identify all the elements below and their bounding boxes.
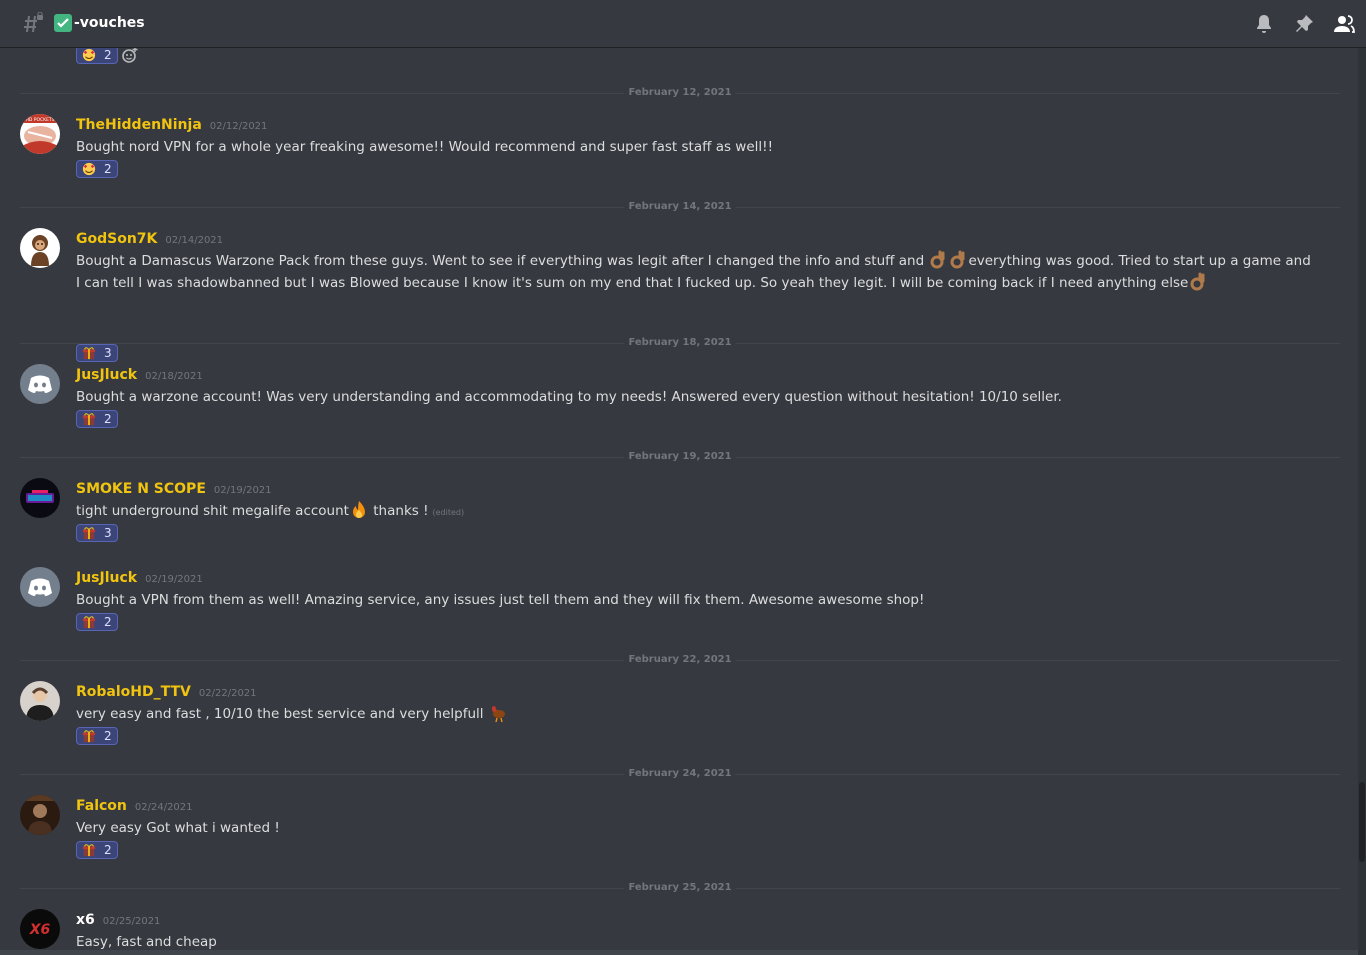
username[interactable]: Falcon (76, 798, 127, 814)
message-text: Bought a VPN from them as well! Amazing … (76, 592, 925, 608)
discord-window: -vouches 2 February 12, 2021 HD POCKETS … (0, 0, 1366, 955)
custom-gift-emoji (82, 347, 96, 360)
svg-text:HD POCKETS: HD POCKETS (25, 117, 54, 123)
timestamp: 02/19/2021 (213, 485, 272, 496)
username[interactable]: SMOKE N SCOPE (76, 481, 206, 497)
reaction-button[interactable]: 2 (76, 613, 118, 631)
message-header: TheHiddenNinja 02/12/2021 (76, 114, 267, 134)
timestamp: 02/25/2021 (102, 916, 161, 927)
members-icon[interactable] (1332, 12, 1356, 36)
message-text: Bought a warzone account! Was very under… (76, 389, 1062, 405)
timestamp: 02/18/2021 (145, 371, 203, 382)
channel-header: -vouches (0, 0, 1366, 48)
date-divider: February 22, 2021 (20, 653, 1340, 666)
chat-input-edge (0, 950, 1358, 955)
username[interactable]: JusJluck (76, 570, 137, 586)
smiling-hearts-emoji (82, 48, 96, 62)
date-divider: February 19, 2021 (20, 450, 1340, 463)
custom-gift-emoji (82, 616, 96, 629)
username[interactable]: TheHiddenNinja (76, 117, 202, 133)
message-header: Falcon 02/24/2021 (76, 795, 193, 815)
date-divider: February 25, 2021 (20, 881, 1340, 894)
date-divider: February 14, 2021 (20, 200, 1340, 213)
reaction-button[interactable]: 2 (76, 48, 118, 64)
checkmark-icon (54, 14, 72, 32)
ok-hand-emoji (950, 250, 965, 269)
message-text: Bought nord VPN for a whole year freakin… (76, 139, 773, 155)
avatar[interactable]: X6 (20, 909, 60, 949)
timestamp: 02/19/2021 (145, 574, 203, 585)
date-divider: February 18, 2021 (20, 336, 1340, 349)
username[interactable]: GodSon7K (76, 231, 157, 247)
message-header: GodSon7K 02/14/2021 (76, 228, 223, 248)
smiling-hearts-emoji (82, 162, 96, 176)
message-header: x6 02/25/2021 (76, 909, 160, 929)
timestamp: 02/14/2021 (165, 235, 224, 246)
message-text: tight underground shit megalife account … (76, 500, 1316, 524)
date-divider: February 12, 2021 (20, 86, 1340, 99)
message-header: JusJluck 02/18/2021 (76, 364, 203, 384)
username[interactable]: RobaloHD_TTV (76, 684, 191, 700)
message-header: RobaloHD_TTV 02/22/2021 (76, 681, 257, 701)
message-list[interactable]: 2 February 12, 2021 HD POCKETS TheHidden… (0, 48, 1358, 955)
message-text: Bought a Damascus Warzone Pack from thes… (76, 250, 1316, 294)
hashtag-lock-icon (24, 12, 43, 33)
avatar[interactable] (20, 567, 60, 607)
timestamp: 02/24/2021 (134, 802, 193, 813)
avatar[interactable] (20, 478, 60, 518)
message-text: Very easy Got what i wanted ! (76, 820, 280, 836)
scrollbar-thumb[interactable] (1359, 782, 1365, 862)
turkey-emoji (491, 706, 505, 723)
pin-icon[interactable] (1292, 12, 1316, 36)
avatar[interactable] (20, 228, 60, 268)
username[interactable]: JusJluck (76, 367, 137, 383)
avatar[interactable] (20, 681, 60, 721)
add-reaction-icon[interactable] (122, 48, 138, 63)
fire-emoji (352, 501, 365, 518)
ok-hand-emoji (1190, 272, 1205, 291)
timestamp: 02/12/2021 (209, 121, 268, 132)
avatar[interactable] (20, 364, 60, 404)
ok-hand-emoji (930, 250, 945, 269)
reaction-button[interactable]: 2 (76, 410, 118, 428)
message-header: JusJluck 02/19/2021 (76, 567, 203, 587)
custom-gift-emoji (82, 730, 96, 743)
message-text: very easy and fast , 10/10 the best serv… (76, 703, 1316, 725)
reaction-button[interactable]: 2 (76, 727, 118, 745)
username[interactable]: x6 (76, 912, 95, 928)
reaction-button[interactable]: 3 (76, 524, 118, 542)
svg-text:X6: X6 (29, 922, 51, 938)
message-header: SMOKE N SCOPE 02/19/2021 (76, 478, 272, 498)
edited-label: (edited) (432, 508, 465, 517)
avatar[interactable] (20, 795, 60, 835)
custom-gift-emoji (82, 844, 96, 857)
timestamp: 02/22/2021 (198, 688, 257, 699)
date-divider: February 24, 2021 (20, 767, 1340, 780)
reaction-button[interactable]: 2 (76, 841, 118, 859)
channel-name: -vouches (74, 15, 145, 31)
bell-icon[interactable] (1252, 12, 1276, 36)
reaction-button[interactable]: 3 (76, 344, 118, 362)
custom-gift-emoji (82, 527, 96, 540)
reaction-button[interactable]: 2 (76, 160, 118, 178)
custom-gift-emoji (82, 413, 96, 426)
avatar[interactable]: HD POCKETS (20, 114, 60, 154)
